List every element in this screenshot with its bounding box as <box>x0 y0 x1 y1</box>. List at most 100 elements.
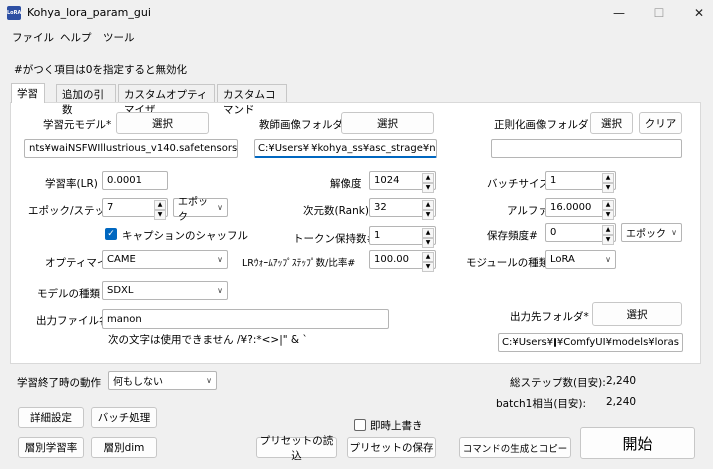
tab-extra-args[interactable]: 追加の引数 <box>56 84 116 116</box>
overwrite-checkbox[interactable] <box>354 419 366 431</box>
reg-folder-select-button[interactable]: 選択 <box>590 112 633 134</box>
load-preset-button[interactable]: プリセットの読込 <box>256 435 337 462</box>
model-type-label: モデルの種類 <box>37 288 100 300</box>
teacher-folder-label: 教師画像フォルダ* <box>259 119 349 131</box>
total-steps-label: 総ステップ数(目安): <box>510 377 606 389</box>
module-type-select[interactable]: LoRA ∨ <box>545 250 616 269</box>
teacher-folder-input[interactable]: C:¥Users¥ ¥kohya_ss¥asc_strage¥n <box>254 139 437 158</box>
warmup-label: LRｳｫｰﾑｱｯﾌﾟｽﾃｯﾌﾟ数/比率# <box>242 258 356 269</box>
warmup-value: 100.00 <box>374 254 409 265</box>
tab-learn[interactable]: 学習 <box>11 83 45 103</box>
batch-size-spinbox[interactable]: 1 ▲ ▼ <box>545 171 616 193</box>
resolution-value: 1024 <box>374 175 400 186</box>
end-action-select[interactable]: 何もしない ∨ <box>108 371 217 390</box>
teacher-folder-suffix: ¥kohya_ss¥asc_strage¥n <box>311 142 436 154</box>
spin-down-icon[interactable]: ▼ <box>422 238 434 248</box>
output-folder-label: 出力先フォルダ* <box>510 311 589 323</box>
spin-down-icon[interactable]: ▼ <box>422 262 434 272</box>
chevron-down-icon: ∨ <box>206 376 212 385</box>
model-type-select[interactable]: SDXL ∨ <box>102 281 228 300</box>
menu-help[interactable]: ヘルプ <box>60 30 92 45</box>
batch-size-value: 1 <box>550 175 557 186</box>
tab-custom-optimizer[interactable]: カスタムオプティマイザ <box>118 84 215 116</box>
spin-down-icon[interactable]: ▼ <box>422 210 434 220</box>
source-model-select-button[interactable]: 選択 <box>116 112 209 134</box>
start-button[interactable]: 開始 <box>580 427 695 459</box>
caption-shuffle-checkbox[interactable]: ✓ <box>105 228 117 240</box>
spin-up-icon[interactable]: ▲ <box>422 200 434 210</box>
output-folder-suffix: ¥ComfyUI¥models¥loras <box>556 337 679 348</box>
chevron-down-icon: ∨ <box>217 255 223 264</box>
resolution-label: 解像度 <box>330 178 362 190</box>
spin-up-icon[interactable]: ▲ <box>422 228 434 238</box>
spin-down-icon[interactable]: ▼ <box>602 183 614 193</box>
teacher-folder-prefix: C:¥Users¥ <box>258 142 310 154</box>
epoch-value: 7 <box>107 202 114 213</box>
spin-up-icon[interactable]: ▲ <box>602 225 614 235</box>
warmup-spinbox[interactable]: 100.00 ▲ ▼ <box>369 250 436 272</box>
layer-dim-button[interactable]: 層別dim <box>91 437 157 458</box>
rank-label: 次元数(Rank) <box>303 205 369 217</box>
app-icon: LoRA <box>7 6 21 20</box>
token-keep-spinbox[interactable]: 1 ▲ ▼ <box>369 226 436 248</box>
tab-custom-command[interactable]: カスタムコマンド <box>217 84 287 116</box>
output-folder-select-button[interactable]: 選択 <box>592 302 682 326</box>
reg-folder-input[interactable] <box>491 139 682 158</box>
teacher-folder-select-button[interactable]: 選択 <box>341 112 434 134</box>
output-folder-input[interactable]: C:¥Users¥ ¥ComfyUI¥models¥loras <box>498 333 683 352</box>
spin-down-icon[interactable]: ▼ <box>602 210 614 220</box>
end-action-value: 何もしない <box>113 377 163 388</box>
source-model-input[interactable]: nts¥waiNSFWIllustrious_v140.safetensors <box>24 139 238 158</box>
close-icon[interactable]: ✕ <box>684 4 713 22</box>
spin-up-icon[interactable]: ▲ <box>602 200 614 210</box>
redaction-mask <box>554 338 556 347</box>
output-folder-prefix: C:¥Users¥ <box>502 337 554 348</box>
alpha-label: アルファ <box>507 205 549 217</box>
source-model-label: 学習元モデル* <box>43 119 112 131</box>
rank-spinbox[interactable]: 32 ▲ ▼ <box>369 198 436 220</box>
output-name-input[interactable]: manon <box>102 309 389 329</box>
spin-up-icon[interactable]: ▲ <box>422 252 434 262</box>
detail-settings-button[interactable]: 詳細設定 <box>18 407 84 428</box>
overwrite-label: 即時上書き <box>370 420 423 432</box>
invalid-chars-note: 次の文字は使用できません /¥?:*<>|" & ` <box>108 334 308 346</box>
save-freq-unit-select[interactable]: エポック ∨ <box>621 223 682 242</box>
menu-tools[interactable]: ツール <box>103 30 135 45</box>
spin-up-icon[interactable]: ▲ <box>154 200 166 210</box>
alpha-spinbox[interactable]: 16.0000 ▲ ▼ <box>545 198 616 220</box>
spin-up-icon[interactable]: ▲ <box>602 173 614 183</box>
spin-down-icon[interactable]: ▼ <box>602 235 614 245</box>
batch-size-label: バッチサイズ <box>487 178 550 190</box>
save-freq-label: 保存頻度# <box>487 230 538 242</box>
maximize-icon[interactable]: ☐ <box>644 4 674 22</box>
batch-process-button[interactable]: バッチ処理 <box>91 407 157 428</box>
per-batch-label: batch1相当(目安): <box>496 398 587 410</box>
total-steps-value: 2,240 <box>606 375 637 387</box>
minimize-icon[interactable]: — <box>604 4 634 22</box>
token-keep-value: 1 <box>374 230 381 241</box>
save-freq-spinbox[interactable]: 0 ▲ ▼ <box>545 223 616 245</box>
spin-up-icon[interactable]: ▲ <box>422 173 434 183</box>
module-type-value: LoRA <box>550 254 575 265</box>
optimizer-select[interactable]: CAME ∨ <box>102 250 228 269</box>
reg-folder-label: 正則化画像フォルダ <box>494 119 589 131</box>
reg-folder-clear-button[interactable]: クリア <box>639 112 682 134</box>
epoch-unit-select[interactable]: エポック ∨ <box>173 197 228 223</box>
lr-input[interactable]: 0.0001 <box>102 171 168 190</box>
spin-down-icon[interactable]: ▼ <box>422 183 434 193</box>
window-title: Kohya_lora_param_gui <box>27 6 151 19</box>
chevron-down-icon: ∨ <box>671 228 677 237</box>
spin-down-icon[interactable]: ▼ <box>154 210 166 220</box>
optimizer-value: CAME <box>107 254 136 265</box>
epoch-spinbox[interactable]: 7 ▲ ▼ <box>102 198 168 220</box>
output-name-label: 出力ファイル名 <box>36 315 110 327</box>
menu-file[interactable]: ファイル <box>12 30 54 45</box>
per-batch-value: 2,240 <box>606 396 637 408</box>
save-preset-button[interactable]: プリセットの保存 <box>347 437 436 458</box>
resolution-spinbox[interactable]: 1024 ▲ ▼ <box>369 171 436 193</box>
end-action-label: 学習終了時の動作 <box>17 377 101 389</box>
hint-text: #がつく項目は0を指定すると無効化 <box>14 64 187 76</box>
layer-lr-button[interactable]: 層別学習率 <box>18 437 84 458</box>
generate-copy-command-button[interactable]: コマンドの生成とコピー <box>459 437 571 458</box>
module-type-label: モジュールの種類 <box>466 257 550 269</box>
